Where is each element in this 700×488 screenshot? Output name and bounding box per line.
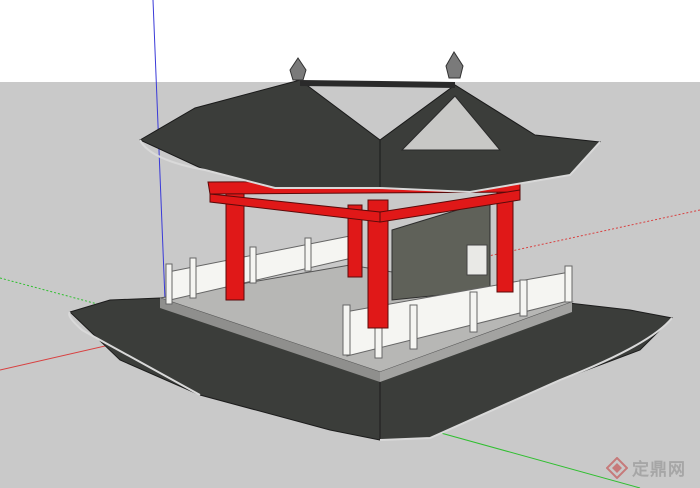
diamond-logo-icon (606, 456, 628, 479)
watermark-text: 定鼎网 (632, 460, 686, 480)
model-scene[interactable] (0, 0, 700, 488)
sketchup-viewport[interactable]: 定鼎网 (0, 0, 700, 488)
watermark: 定鼎网 (606, 455, 686, 480)
wall-window (466, 244, 488, 276)
